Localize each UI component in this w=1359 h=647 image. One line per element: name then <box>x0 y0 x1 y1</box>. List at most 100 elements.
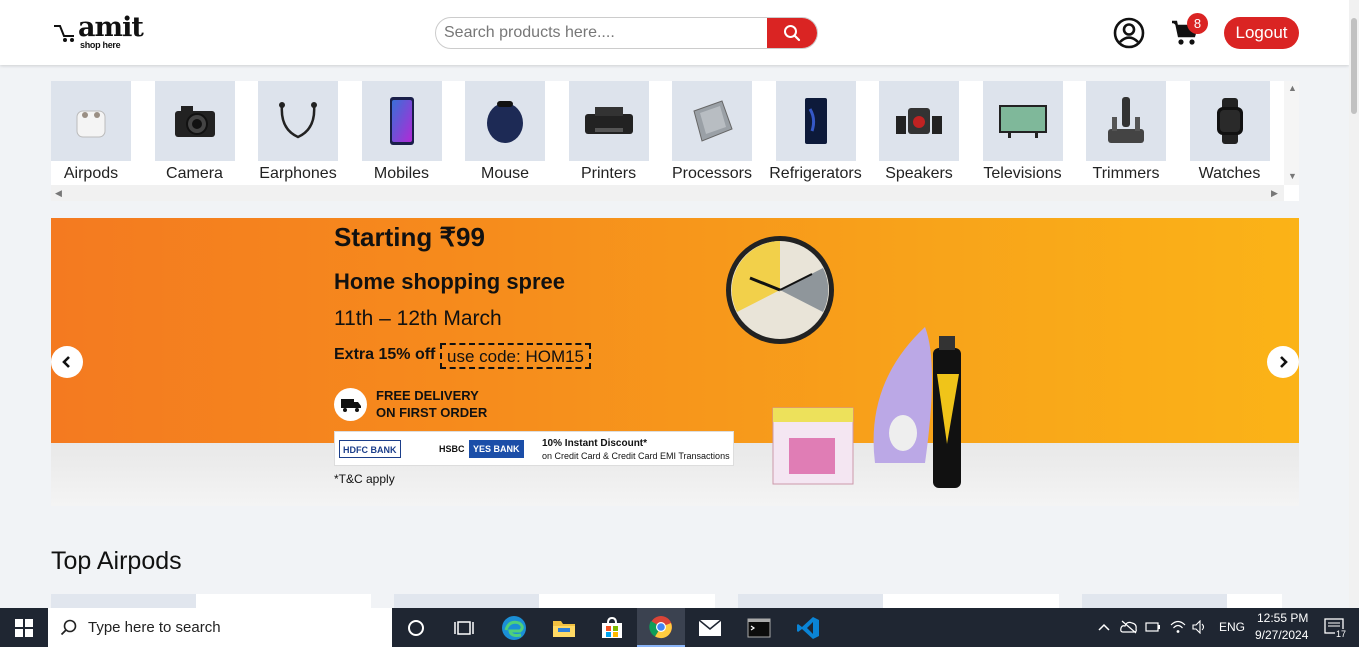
mouse-image <box>465 81 545 161</box>
category-earphones[interactable]: Earphones <box>258 81 362 185</box>
task-view-icon <box>454 620 474 635</box>
vscode-app-button[interactable] <box>784 608 832 647</box>
scroll-up-icon[interactable]: ▲ <box>1288 83 1297 93</box>
clock-date[interactable]: 9/27/2024 <box>1255 628 1308 642</box>
start-button[interactable] <box>0 608 48 647</box>
mail-envelope-icon <box>698 618 722 636</box>
language-indicator[interactable]: ENG <box>1219 620 1245 634</box>
notification-count: 17 <box>1335 629 1348 639</box>
wall-clock-image <box>726 236 834 344</box>
banner-extra-offer: Extra 15% off <box>334 346 436 363</box>
banner-subtitle: Home shopping spree <box>334 269 566 294</box>
store-bag-icon <box>602 616 622 638</box>
chevron-left-icon <box>62 356 70 368</box>
terminal-icon <box>747 618 771 637</box>
search-button[interactable] <box>767 18 817 48</box>
task-view-button[interactable] <box>440 608 488 647</box>
category-label: Camera <box>166 165 223 182</box>
category-mobiles[interactable]: Mobiles <box>361 81 466 185</box>
category-televisions[interactable]: Televisions <box>982 81 1087 185</box>
televisions-image <box>982 81 1063 161</box>
taskbar-search[interactable]: Type here to search <box>48 608 392 647</box>
search-bar <box>435 17 818 49</box>
cart-hand-icon <box>54 25 74 42</box>
file-explorer-button[interactable] <box>540 608 588 647</box>
page-scrollbar-thumb[interactable] <box>1351 18 1357 114</box>
category-airpods[interactable]: Airpods <box>51 81 155 185</box>
delivery-line-2: ON FIRST ORDER <box>376 405 488 420</box>
scroll-right-icon[interactable]: ▶ <box>1271 188 1278 199</box>
earphones-image <box>258 81 338 161</box>
category-label: Trimmers <box>1092 165 1160 182</box>
banner-next-button[interactable] <box>1267 346 1299 378</box>
category-watches[interactable]: Watches <box>1189 81 1294 185</box>
camera-image <box>154 81 235 161</box>
banner-prev-button[interactable] <box>51 346 83 378</box>
delivery-line-1: FREE DELIVERY <box>376 388 479 403</box>
chrome-app-button[interactable] <box>637 608 685 647</box>
category-processors[interactable]: Processors <box>672 81 776 185</box>
page-scrollbar[interactable] <box>1349 0 1359 608</box>
site-logo[interactable]: amit shop here <box>52 12 152 56</box>
airpods-image <box>51 81 131 161</box>
search-input[interactable] <box>444 18 764 48</box>
banner-tnc: *T&C apply <box>334 472 395 486</box>
banner-coupon-code: use code: HOM15 <box>440 343 592 369</box>
windows-taskbar: Type here to search ENG 12:55 PM 9/27/20… <box>0 608 1359 647</box>
volume-icon[interactable] <box>1192 620 1208 634</box>
cloud-offline-icon[interactable] <box>1120 620 1138 634</box>
banner-delivery: FREE DELIVERY ON FIRST ORDER <box>376 387 487 421</box>
mobiles-image <box>361 81 442 161</box>
processors-image <box>672 81 752 161</box>
vscode-icon <box>797 616 819 639</box>
folder-icon <box>553 620 575 637</box>
category-label: Printers <box>580 165 637 182</box>
category-label: Processors <box>671 165 753 182</box>
cart-count-badge: 8 <box>1187 13 1208 34</box>
scroll-left-icon[interactable]: ◀ <box>55 188 62 199</box>
category-trimmers[interactable]: Trimmers <box>1086 81 1190 185</box>
show-hidden-icons-icon[interactable] <box>1098 622 1110 632</box>
category-strip: Airpods Camera Earphones Mobiles Mouse P… <box>51 81 1299 201</box>
section-title: Top Airpods <box>51 547 182 575</box>
cortana-button[interactable] <box>392 608 440 647</box>
category-speakers[interactable]: Speakers <box>879 81 983 185</box>
chrome-browser-icon <box>649 615 672 638</box>
cortana-circle-icon <box>408 619 424 636</box>
chevron-right-icon <box>1280 356 1288 368</box>
windows-logo-icon <box>15 618 33 637</box>
category-vertical-scrollbar[interactable]: ▲ ▼ <box>1284 81 1299 185</box>
bank-offers-box: HDFC BANK HSBC YES BANK 10% Instant Disc… <box>334 431 734 466</box>
user-account-icon[interactable] <box>1113 17 1145 49</box>
insect-spray-image <box>933 336 961 488</box>
scroll-down-icon[interactable]: ▼ <box>1288 171 1297 181</box>
microsoft-store-button[interactable] <box>588 608 636 647</box>
detergent-box-image <box>772 407 854 485</box>
trimmers-image <box>1086 81 1166 161</box>
search-icon <box>784 25 801 42</box>
category-label: Speakers <box>885 165 953 182</box>
speakers-image <box>879 81 959 161</box>
hsbc-logo: HSBC <box>439 444 465 454</box>
wifi-icon[interactable] <box>1170 620 1186 634</box>
category-printers[interactable]: Printers <box>568 81 673 185</box>
category-label: Airpods <box>63 165 119 182</box>
edge-app-button[interactable] <box>490 608 538 647</box>
logo-tagline: shop here <box>80 40 121 50</box>
category-camera[interactable]: Camera <box>154 81 259 185</box>
battery-icon[interactable] <box>1145 621 1161 633</box>
promo-banner[interactable]: Starting ₹99 Home shopping spree 11th – … <box>51 218 1299 506</box>
category-label: Mobiles <box>373 165 430 182</box>
search-icon <box>60 619 77 636</box>
logout-button[interactable]: Logout <box>1224 17 1299 49</box>
truck-icon <box>334 388 367 421</box>
clock-time[interactable]: 12:55 PM <box>1257 611 1308 625</box>
category-horizontal-scrollbar[interactable]: ◀ ▶ <box>51 185 1284 201</box>
category-mouse[interactable]: Mouse <box>465 81 569 185</box>
yes-bank-logo: YES BANK <box>469 440 524 458</box>
hdfc-bank-logo: HDFC BANK <box>339 440 401 458</box>
category-refrigerators[interactable]: Refrigerators <box>769 81 880 185</box>
mail-app-button[interactable] <box>686 608 734 647</box>
banner-discount-sub: on Credit Card & Credit Card EMI Transac… <box>542 451 730 461</box>
terminal-app-button[interactable] <box>735 608 783 647</box>
